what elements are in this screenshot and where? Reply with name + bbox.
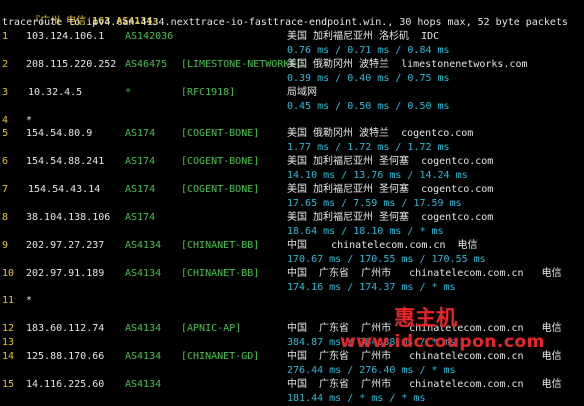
hop-asn: AS174 bbox=[125, 212, 156, 223]
hop-rtt: 14.10 ms / 13.76 ms / 14.24 ms bbox=[287, 170, 468, 181]
hop-number: 6 bbox=[2, 156, 9, 167]
hop-number: 9 bbox=[2, 240, 9, 251]
hop-ip: 103.124.106.1 bbox=[26, 31, 105, 42]
hop-asn: AS174 bbox=[125, 156, 156, 167]
hop-geo: 中国 广东省 广州市 chinatelecom.com.cn 电信 bbox=[287, 268, 562, 279]
hop-geo: 美国 加利福尼亚州 洛杉矶 IDC bbox=[287, 31, 440, 42]
hop-geo: 美国 俄勒冈州 波特兰 limestonenetworks.com bbox=[287, 59, 528, 70]
hop-network-tag: [LIMESTONE-NETWORKS] bbox=[181, 59, 302, 70]
hop-number: 12 bbox=[2, 323, 15, 334]
hop-ip: 14.116.225.60 bbox=[26, 379, 105, 390]
hop-asn: AS142036 bbox=[125, 31, 174, 42]
hop-asn: AS174 bbox=[125, 128, 156, 139]
hop-network-tag: [CHINANET-BB] bbox=[181, 240, 260, 251]
hop-geo: 美国 加利福尼亚州 圣何塞 cogentco.com bbox=[287, 184, 494, 195]
hop-geo: 局域网 bbox=[287, 87, 317, 98]
hop-geo: 中国 广东省 广州市 chinatelecom.com.cn 电信 bbox=[287, 351, 562, 362]
hop-rtt: 0.76 ms / 0.71 ms / 0.84 ms bbox=[287, 45, 450, 56]
hop-number: 4 bbox=[2, 115, 9, 126]
hop-geo: 美国 俄勒冈州 波特兰 cogentco.com bbox=[287, 128, 474, 139]
hop-ip: 208.115.220.252 bbox=[26, 59, 117, 70]
hop-ip: * bbox=[26, 295, 33, 306]
hop-geo: 美国 加利福尼亚州 圣何塞 cogentco.com bbox=[287, 156, 494, 167]
hop-asn: AS4134 bbox=[125, 323, 162, 334]
hop-rtt: 181.44 ms / * ms / * ms bbox=[287, 393, 426, 404]
hop-geo: 中国 广东省 广州市 chinatelecom.com.cn 电信 bbox=[287, 379, 562, 390]
hop-ip: 125.88.170.66 bbox=[26, 351, 105, 362]
hop-network-tag: [RFC1918] bbox=[181, 87, 236, 98]
hop-number: 5 bbox=[2, 128, 9, 139]
hop-network-tag: [COGENT-BONE] bbox=[181, 128, 260, 139]
hop-network-tag: [COGENT-BONE] bbox=[181, 184, 260, 195]
hop-number: 1 bbox=[2, 31, 9, 42]
hop-rtt: 1.77 ms / 1.72 ms / 1.72 ms bbox=[287, 142, 450, 153]
hop-rtt: 18.64 ms / 18.10 ms / * ms bbox=[287, 226, 444, 237]
hop-ip: 154.54.43.14 bbox=[28, 184, 101, 195]
hop-asn: AS4134 bbox=[125, 351, 162, 362]
hop-asn: AS46475 bbox=[125, 59, 168, 70]
hop-ip: 202.97.27.237 bbox=[26, 240, 105, 251]
hop-ip: * bbox=[26, 115, 33, 126]
hop-rtt: 0.45 ms / 0.50 ms / 0.50 ms bbox=[287, 101, 450, 112]
hop-ip: 154.54.88.241 bbox=[26, 156, 105, 167]
hop-ip: 183.60.112.74 bbox=[26, 323, 105, 334]
hop-rtt: 384.87 ms / 384.88 ms / * ms bbox=[287, 337, 456, 348]
hop-rtt: 174.16 ms / 174.37 ms / * ms bbox=[287, 282, 456, 293]
hop-network-tag: [APNIC-AP] bbox=[181, 323, 242, 334]
hop-asn: AS174 bbox=[125, 184, 156, 195]
route-header: 『广州 电信 163 AS4134』 bbox=[6, 2, 162, 27]
hop-number: 14 bbox=[2, 351, 15, 362]
hop-number: 11 bbox=[2, 295, 15, 306]
hop-ip: 10.32.4.5 bbox=[28, 87, 83, 98]
hop-asn: AS4134 bbox=[125, 379, 162, 390]
hop-rtt: 276.44 ms / 276.40 ms / * ms bbox=[287, 365, 456, 376]
hop-ip: 154.54.80.9 bbox=[26, 128, 93, 139]
hop-network-tag: [CHINANET-BB] bbox=[181, 268, 260, 279]
hop-rtt: 17.65 ms / 7.59 ms / 17.59 ms bbox=[287, 198, 462, 209]
hop-number: 15 bbox=[2, 379, 15, 390]
hop-number: 13 bbox=[2, 337, 15, 348]
hop-ip: 38.104.138.106 bbox=[26, 212, 111, 223]
terminal-window[interactable]: 『广州 电信 163 AS4134』 traceroute to ipv4.ca… bbox=[0, 0, 584, 406]
hop-asn: * bbox=[125, 87, 132, 98]
hop-network-tag: [CHINANET-GD] bbox=[181, 351, 260, 362]
traceroute-command: traceroute to ipv4.can-4134.nexttrace-io… bbox=[2, 17, 568, 28]
hop-number: 7 bbox=[2, 184, 9, 195]
hop-number: 2 bbox=[2, 59, 9, 70]
hop-number: 3 bbox=[2, 87, 9, 98]
hop-rtt: 0.39 ms / 0.40 ms / 0.75 ms bbox=[287, 73, 450, 84]
hop-asn: AS4134 bbox=[125, 240, 162, 251]
hop-network-tag: [COGENT-BONE] bbox=[181, 156, 260, 167]
hop-number: 10 bbox=[2, 268, 15, 279]
hop-rtt: 170.67 ms / 170.55 ms / 170.55 ms bbox=[287, 254, 486, 265]
hop-number: 8 bbox=[2, 212, 9, 223]
hop-geo: 中国 chinatelecom.com.cn 电信 bbox=[287, 240, 478, 251]
hop-geo: 美国 加利福尼亚州 圣何塞 cogentco.com bbox=[287, 212, 494, 223]
hop-ip: 202.97.91.189 bbox=[26, 268, 105, 279]
hop-asn: AS4134 bbox=[125, 268, 162, 279]
hop-geo: 中国 广东省 广州市 chinatelecom.com.cn 电信 bbox=[287, 323, 562, 334]
